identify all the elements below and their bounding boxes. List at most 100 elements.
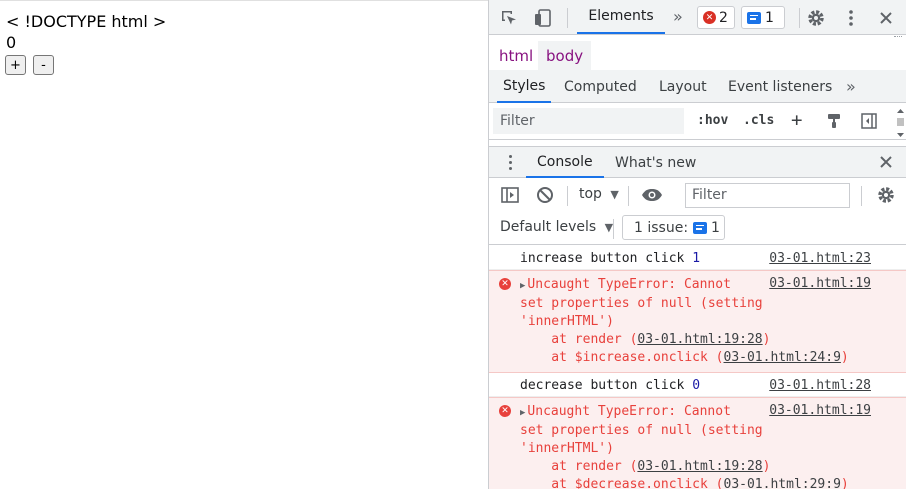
console-settings-gear-icon[interactable]: [874, 183, 898, 207]
error-line: Uncaught TypeError: Cannot: [527, 277, 731, 292]
new-style-rule-icon[interactable]: +: [791, 109, 802, 131]
chevron-down-icon: ▼: [610, 188, 619, 201]
error-line: set properties of null (setting: [520, 423, 763, 438]
console-levels-row: Default levels ▼ 1 issue: 1: [489, 211, 906, 245]
stack-link[interactable]: 03-01.html:19:28: [637, 459, 762, 474]
error-line: 'innerHTML'): [520, 314, 614, 329]
log-value: 1: [692, 251, 701, 266]
stack-suffix: ): [840, 477, 849, 489]
stack-prefix: at $increase.onclick (: [520, 350, 724, 365]
error-icon: ✕: [499, 405, 511, 417]
issue-count: 1: [765, 9, 774, 26]
toolbar-divider: [567, 186, 568, 206]
source-link[interactable]: 03-01.html:19: [769, 275, 871, 293]
console-toolbar: top ▼ Filter: [489, 179, 906, 211]
chevron-down-icon: ▼: [604, 221, 614, 234]
tab-layout[interactable]: Layout: [659, 70, 707, 103]
tab-console[interactable]: Console: [526, 147, 604, 178]
doctype-text: < !DOCTYPE html >: [6, 12, 167, 31]
tab-styles[interactable]: Styles: [497, 70, 552, 103]
issue-icon: [747, 11, 761, 24]
error-icon: ✕: [703, 11, 716, 24]
stack-prefix: at render (: [520, 459, 638, 474]
page-viewport: < !DOCTYPE html > 0 + -: [0, 0, 488, 489]
close-drawer-icon[interactable]: [874, 150, 898, 174]
issue-count-badge[interactable]: 1: [741, 6, 785, 29]
issues-button-count: 1: [711, 219, 720, 236]
styles-scrollbar[interactable]: [896, 108, 905, 138]
error-line: 'innerHTML'): [520, 441, 614, 456]
more-options-icon[interactable]: [839, 6, 863, 30]
styles-tabbar: Styles Computed Layout Event listeners »: [489, 70, 906, 103]
decrease-button[interactable]: -: [33, 55, 54, 75]
toggle-sidebar-icon[interactable]: [857, 109, 881, 133]
tab-whats-new[interactable]: What's new: [615, 147, 696, 178]
devtools-toolbar: Elements » ✕ 2 1: [489, 0, 906, 35]
context-selector[interactable]: top ▼: [579, 186, 619, 202]
source-link[interactable]: 03-01.html:28: [769, 377, 871, 395]
stack-link[interactable]: 03-01.html:19:28: [637, 332, 762, 347]
console-log-message: decrease button click 0 03-01.html:28: [489, 373, 906, 397]
toolbar-divider: [799, 8, 800, 28]
error-count: 2: [719, 9, 728, 26]
breadcrumb-body[interactable]: body: [538, 41, 592, 70]
drawer-menu-icon[interactable]: [509, 155, 513, 171]
console-log-message: increase button click 1 03-01.html:23: [489, 246, 906, 270]
issues-button[interactable]: 1 issue: 1: [622, 215, 725, 240]
counter-value: 0: [6, 33, 17, 52]
paint-brush-icon[interactable]: [822, 109, 846, 133]
log-levels-dropdown[interactable]: Default levels ▼: [500, 219, 613, 235]
issue-icon: [693, 221, 708, 234]
tab-computed[interactable]: Computed: [564, 70, 637, 103]
breadcrumb-html[interactable]: html: [491, 41, 541, 70]
issues-button-label: 1 issue:: [634, 219, 689, 236]
source-link[interactable]: 03-01.html:19: [769, 402, 871, 420]
console-error-message: ✕ 03-01.html:19 ▶ Uncaught TypeError: Can…: [489, 397, 906, 489]
tab-elements[interactable]: Elements: [577, 0, 665, 34]
increase-button[interactable]: +: [5, 55, 26, 75]
stack-suffix: ): [762, 332, 771, 347]
expand-triangle-icon[interactable]: ▶: [520, 408, 525, 418]
stack-suffix: ): [840, 350, 849, 365]
tab-event-listeners[interactable]: Event listeners: [728, 70, 832, 103]
styles-filter-input[interactable]: Filter: [493, 108, 684, 134]
devtools-panel: Elements » ✕ 2 1 html body Styles Comput…: [488, 0, 906, 489]
toolbar-divider: [613, 219, 614, 239]
gear-icon[interactable]: [804, 6, 828, 30]
stack-suffix: ): [762, 459, 771, 474]
breadcrumb: html body: [489, 41, 906, 70]
toolbar-divider: [861, 186, 862, 206]
drawer-tabbar: Console What's new: [489, 146, 906, 178]
log-text: decrease button click: [520, 378, 693, 393]
cls-toggle[interactable]: .cls: [743, 113, 774, 128]
show-sidebar-icon[interactable]: [498, 183, 522, 207]
error-line: Uncaught TypeError: Cannot: [527, 404, 731, 419]
hov-toggle[interactable]: :hov: [697, 113, 728, 128]
error-icon: ✕: [499, 278, 511, 290]
stack-link[interactable]: 03-01.html:29:9: [724, 477, 841, 489]
log-levels-label: Default levels: [500, 219, 597, 235]
log-text: increase button click: [520, 251, 693, 266]
error-count-badge[interactable]: ✕ 2: [697, 6, 735, 29]
close-icon[interactable]: [874, 6, 898, 30]
clear-console-icon[interactable]: [533, 183, 557, 207]
expand-triangle-icon[interactable]: ▶: [520, 281, 525, 291]
stack-prefix: at $decrease.onclick (: [520, 477, 724, 489]
device-toolbar-icon[interactable]: [531, 6, 555, 30]
console-messages: increase button click 1 03-01.html:23 ✕ …: [489, 246, 906, 489]
log-value: 0: [692, 378, 701, 393]
styles-more-tabs-icon[interactable]: »: [846, 70, 856, 103]
stack-prefix: at render (: [520, 332, 638, 347]
context-value: top: [579, 186, 602, 202]
error-line: set properties of null (setting: [520, 296, 763, 311]
styles-filter-row: Filter :hov .cls +: [489, 104, 906, 140]
stack-link[interactable]: 03-01.html:24:9: [724, 350, 841, 365]
toolbar-divider: [567, 8, 568, 28]
inspect-element-icon[interactable]: [497, 6, 521, 30]
toolbar-divider: [628, 186, 629, 206]
eye-icon[interactable]: [640, 183, 664, 207]
console-filter-input[interactable]: Filter: [685, 183, 850, 208]
source-link[interactable]: 03-01.html:23: [769, 250, 871, 268]
more-tabs-icon[interactable]: »: [673, 7, 683, 26]
elements-scroll-indicator: [894, 36, 902, 38]
